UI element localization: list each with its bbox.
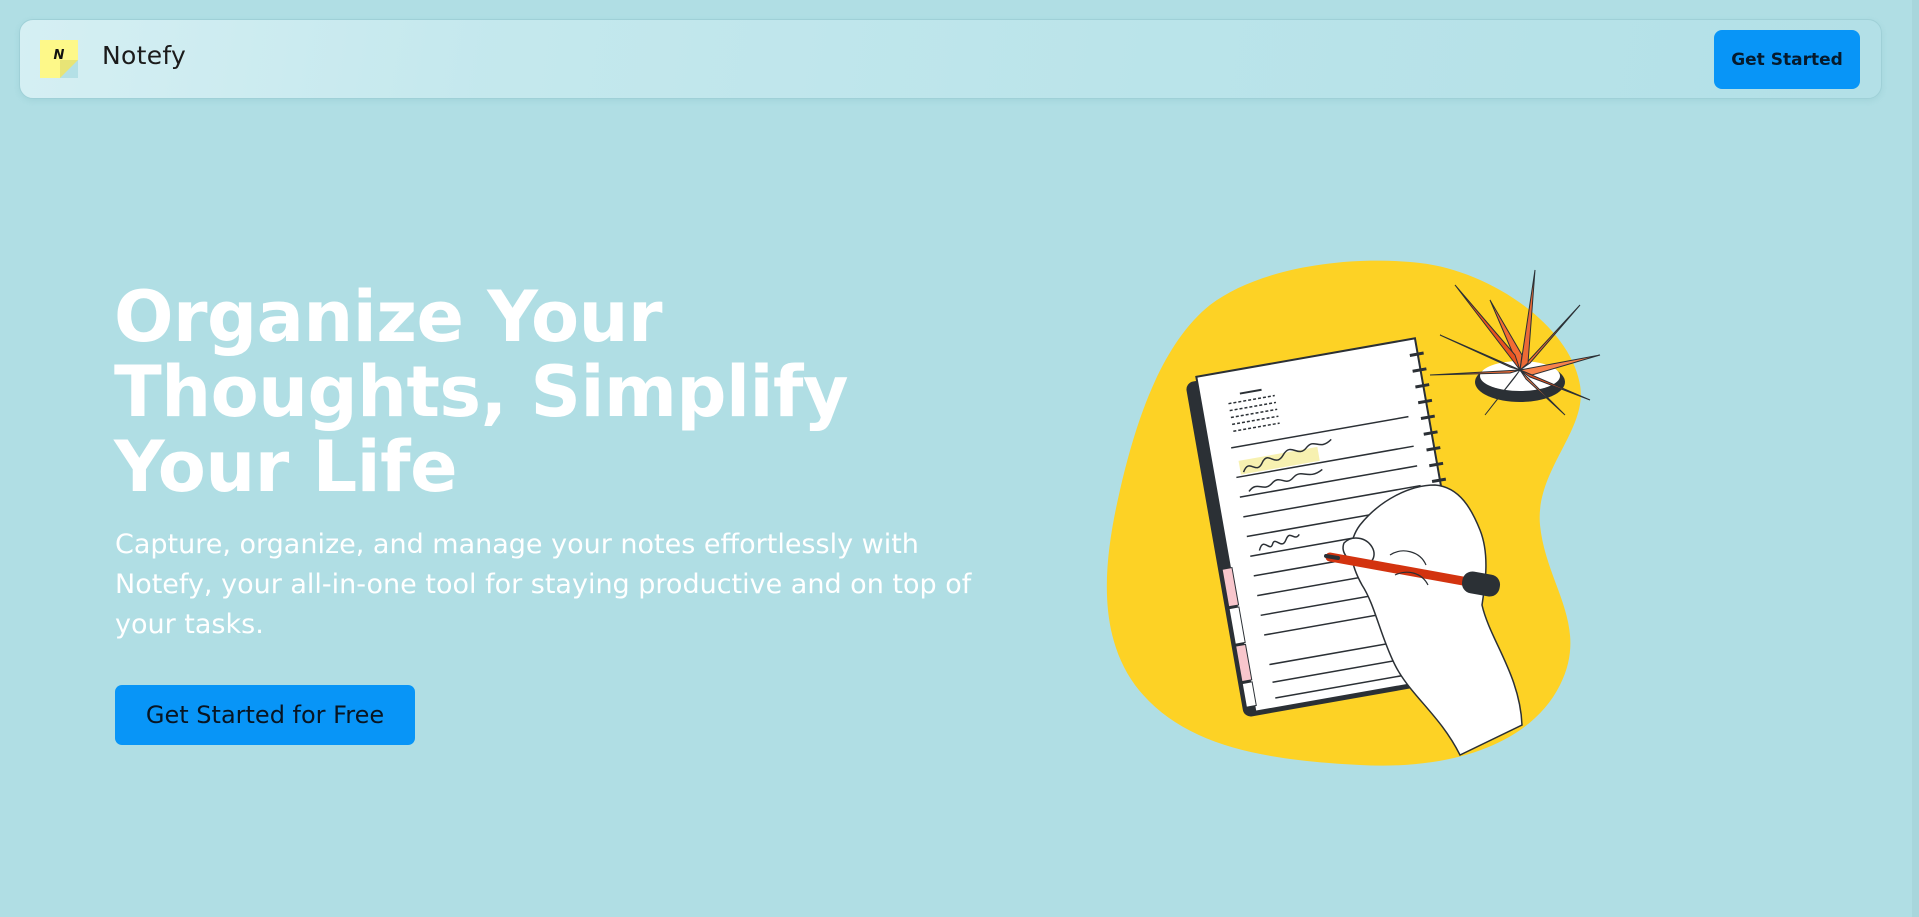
sticky-note-fold-icon	[60, 60, 78, 78]
navbar: N Notefy Get Started	[19, 19, 1882, 99]
hero-illustration	[1106, 260, 1601, 766]
landing-page: N Notefy Get Started Organize Your Thoug…	[0, 0, 1919, 917]
logo[interactable]: N	[40, 40, 78, 78]
get-started-button[interactable]: Get Started	[1714, 30, 1860, 89]
brand-name[interactable]: Notefy	[102, 41, 186, 70]
hero-subtitle: Capture, organize, and manage your notes…	[115, 529, 972, 640]
hero-title: Organize Your Thoughts, Simplify Your Li…	[114, 276, 849, 508]
scrollbar[interactable]	[1912, 0, 1919, 917]
get-started-free-button[interactable]: Get Started for Free	[115, 685, 415, 745]
